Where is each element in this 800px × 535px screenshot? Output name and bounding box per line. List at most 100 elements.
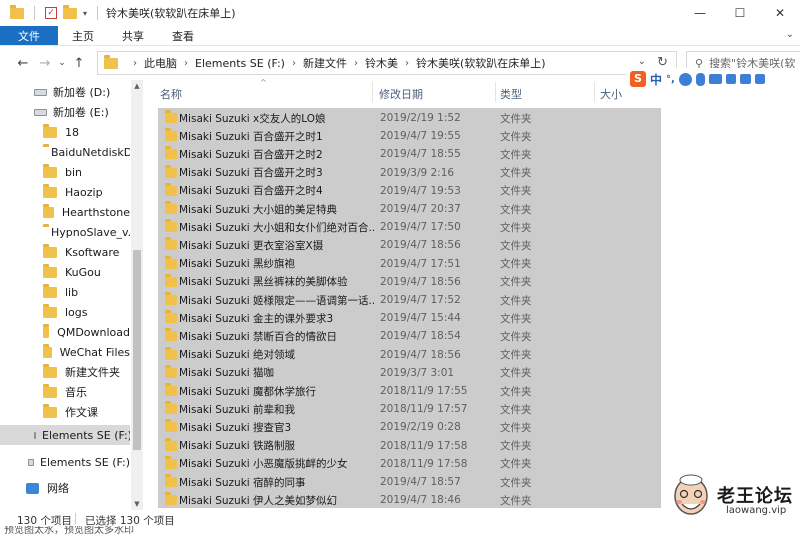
sidebar-item-folder[interactable]: QMDownload [0, 322, 130, 342]
maximize-button[interactable]: ☐ [720, 0, 760, 26]
ime-punctuation-label[interactable]: °, [666, 74, 675, 85]
window-title: 铃木美咲(软软趴在床单上) [106, 7, 236, 20]
file-row[interactable]: Misaki Suzuki 百合盛开之时3 2019/3/9 2:16 文件夹 [158, 164, 661, 182]
chevron-right-icon[interactable]: › [292, 58, 296, 69]
ime-mode-label[interactable]: 中 [650, 71, 662, 88]
folder-icon [43, 383, 57, 398]
file-row[interactable]: Misaki Suzuki 禁断百合的情欲日 2019/4/7 18:54 文件夹 [158, 327, 661, 345]
chevron-right-icon[interactable]: › [354, 58, 358, 69]
grid-menu-icon[interactable] [754, 74, 765, 84]
file-row[interactable]: Misaki Suzuki 更衣室浴室X摄 2019/4/7 18:56 文件夹 [158, 236, 661, 254]
tab-view[interactable]: 查看 [158, 26, 208, 45]
sogou-logo-icon[interactable]: S [630, 71, 646, 87]
emoji-icon[interactable] [678, 72, 692, 86]
file-type: 文件夹 [500, 476, 532, 489]
file-row[interactable]: Misaki Suzuki x交友人的LO娘 2019/2/19 1:52 文件夹 [158, 109, 661, 127]
file-row[interactable]: Misaki Suzuki 绝对领域 2019/4/7 18:56 文件夹 [158, 346, 661, 364]
column-header-type[interactable]: 类型 [500, 86, 522, 102]
breadcrumb-drive[interactable]: Elements SE (F:) [195, 57, 285, 70]
file-row[interactable]: Misaki Suzuki 搜查官3 2019/2/19 0:28 文件夹 [158, 418, 661, 436]
sidebar-item-folder[interactable]: 新建文件夹 [0, 362, 130, 382]
file-row[interactable]: Misaki Suzuki 大小姐和女仆们绝对百合... 2019/4/7 17:… [158, 218, 661, 236]
file-row[interactable]: Misaki Suzuki 大小姐的美足特典 2019/4/7 20:37 文件夹 [158, 200, 661, 218]
new-folder-icon[interactable] [63, 4, 77, 19]
breadcrumb-new-folder[interactable]: 新建文件 [303, 55, 347, 71]
toolbox-icon[interactable] [725, 74, 736, 84]
breadcrumb-parent[interactable]: 铃木美 [365, 55, 398, 71]
sidebar-scrollbar[interactable]: ▲ ▼ [131, 80, 143, 510]
column-divider[interactable] [495, 82, 496, 102]
close-button[interactable]: ✕ [760, 0, 800, 26]
file-row[interactable]: Misaki Suzuki 黑纱旗袍 2019/4/7 17:51 文件夹 [158, 255, 661, 273]
file-row[interactable]: Misaki Suzuki 金主的课外要求3 2019/4/7 15:44 文件夹 [158, 309, 661, 327]
sidebar-item-folder[interactable]: Haozip [0, 182, 130, 202]
scroll-down-icon[interactable]: ▼ [131, 498, 143, 510]
recent-locations-icon[interactable]: ⌄ [56, 52, 68, 74]
file-row[interactable]: Misaki Suzuki 小恶魔版挑衅的少女 2018/11/9 17:58 文件… [158, 455, 661, 473]
file-date: 2019/4/7 15:44 [380, 312, 461, 325]
up-button[interactable]: ↑ [68, 52, 90, 74]
sidebar-item-folder[interactable]: 音乐 [0, 382, 130, 402]
sidebar-item-folder[interactable]: bin [0, 162, 130, 182]
folder-icon [43, 303, 57, 318]
address-bar[interactable]: › 此电脑 › Elements SE (F:) › 新建文件 › 铃木美 › … [97, 51, 677, 75]
file-row[interactable]: Misaki Suzuki 百合盛开之时1 2019/4/7 19:55 文件夹 [158, 127, 661, 145]
ime-toolbar[interactable]: S 中 °, [626, 68, 800, 90]
file-row[interactable]: Misaki Suzuki 百合盛开之时2 2019/4/7 18:55 文件夹 [158, 145, 661, 163]
sidebar-item-folder[interactable]: 作文课 [0, 402, 130, 422]
sidebar-item-folder[interactable]: KuGou [0, 262, 130, 282]
sidebar-item-folder[interactable]: HypnoSlave_v. [0, 222, 130, 242]
sidebar-item-folder[interactable]: lib [0, 282, 130, 302]
customize-dropdown-icon[interactable]: ▾ [83, 9, 87, 18]
column-header-date[interactable]: 修改日期 [379, 86, 423, 102]
column-divider[interactable] [372, 82, 373, 102]
tab-share[interactable]: 共享 [108, 26, 158, 45]
sidebar-item-folder[interactable]: WeChat Files [0, 342, 130, 362]
file-row[interactable]: Misaki Suzuki 猫咖 2019/3/7 3:01 文件夹 [158, 364, 661, 382]
file-row[interactable]: Misaki Suzuki 百合盛开之时4 2019/4/7 19:53 文件夹 [158, 182, 661, 200]
chevron-down-icon[interactable]: ⌄ [638, 56, 646, 67]
sidebar-item-folder[interactable]: 18 [0, 122, 130, 142]
keyboard-icon[interactable] [708, 74, 722, 84]
file-row[interactable]: Misaki Suzuki 伊人之美如梦似幻 2019/4/7 18:46 文件夹 [158, 491, 661, 509]
folder-icon [43, 243, 57, 258]
scrollbar-thumb[interactable] [133, 250, 141, 450]
back-button[interactable]: ← [12, 52, 34, 74]
scroll-up-icon[interactable]: ▲ [131, 80, 143, 92]
file-row[interactable]: Misaki Suzuki 前辈和我 2018/11/9 17:57 文件夹 [158, 400, 661, 418]
sidebar-item-folder[interactable]: Ksoftware [0, 242, 130, 262]
sidebar-item-network[interactable]: 网络 [0, 478, 130, 498]
file-row[interactable]: Misaki Suzuki 铁路制服 2018/11/9 17:58 文件夹 [158, 437, 661, 455]
column-header-name[interactable]: 名称 [160, 86, 182, 102]
breadcrumb-current[interactable]: 铃木美咲(软软趴在床单上) [416, 55, 546, 71]
chevron-right-icon[interactable]: › [184, 58, 188, 69]
microphone-icon[interactable] [695, 72, 705, 86]
expand-ribbon-icon[interactable]: ⌄ [786, 29, 794, 40]
file-row[interactable]: Misaki Suzuki 宿醉的同事 2019/4/7 18:57 文件夹 [158, 473, 661, 491]
sidebar-item-folder[interactable]: logs [0, 302, 130, 322]
file-type: 文件夹 [500, 494, 532, 507]
breadcrumb-this-pc[interactable]: 此电脑 [144, 55, 177, 71]
forward-button[interactable]: → [34, 52, 56, 74]
minimize-button[interactable]: — [680, 0, 720, 26]
sidebar-item-folder[interactable]: BaiduNetdiskD [0, 142, 130, 162]
sidebar-item-drive-f-selected[interactable]: Elements SE (F:) [0, 425, 130, 445]
file-name: Misaki Suzuki 百合盛开之时4 [179, 185, 323, 198]
chevron-right-icon[interactable]: › [405, 58, 409, 69]
chevron-right-icon[interactable]: › [133, 58, 137, 69]
properties-icon[interactable]: ✓ [45, 7, 57, 19]
tab-home[interactable]: 主页 [58, 26, 108, 45]
file-row[interactable]: Misaki Suzuki 魔都休学旅行 2018/11/9 17:55 文件夹 [158, 382, 661, 400]
column-header-size[interactable]: 大小 [600, 86, 622, 102]
column-divider[interactable] [594, 82, 595, 102]
sidebar-item-folder[interactable]: Hearthstone [0, 202, 130, 222]
file-date: 2019/4/7 20:37 [380, 203, 461, 215]
skin-icon[interactable] [739, 74, 751, 84]
tab-file[interactable]: 文件 [0, 26, 58, 45]
file-row[interactable]: Misaki Suzuki 姬様限定——语调第一话... 2019/4/7 17:… [158, 291, 661, 309]
sidebar-item-drive-e[interactable]: 新加卷 (E:) [0, 102, 130, 122]
file-list[interactable]: Misaki Suzuki x交友人的LO娘 2019/2/19 1:52 文件夹 M… [158, 108, 661, 508]
sidebar-item-drive-d[interactable]: 新加卷 (D:) [0, 82, 130, 102]
file-row[interactable]: Misaki Suzuki 黑丝裤袜的美脚体验 2019/4/7 18:56 文件夹 [158, 273, 661, 291]
sidebar-item-drive-f[interactable]: Elements SE (F:) [0, 452, 130, 472]
